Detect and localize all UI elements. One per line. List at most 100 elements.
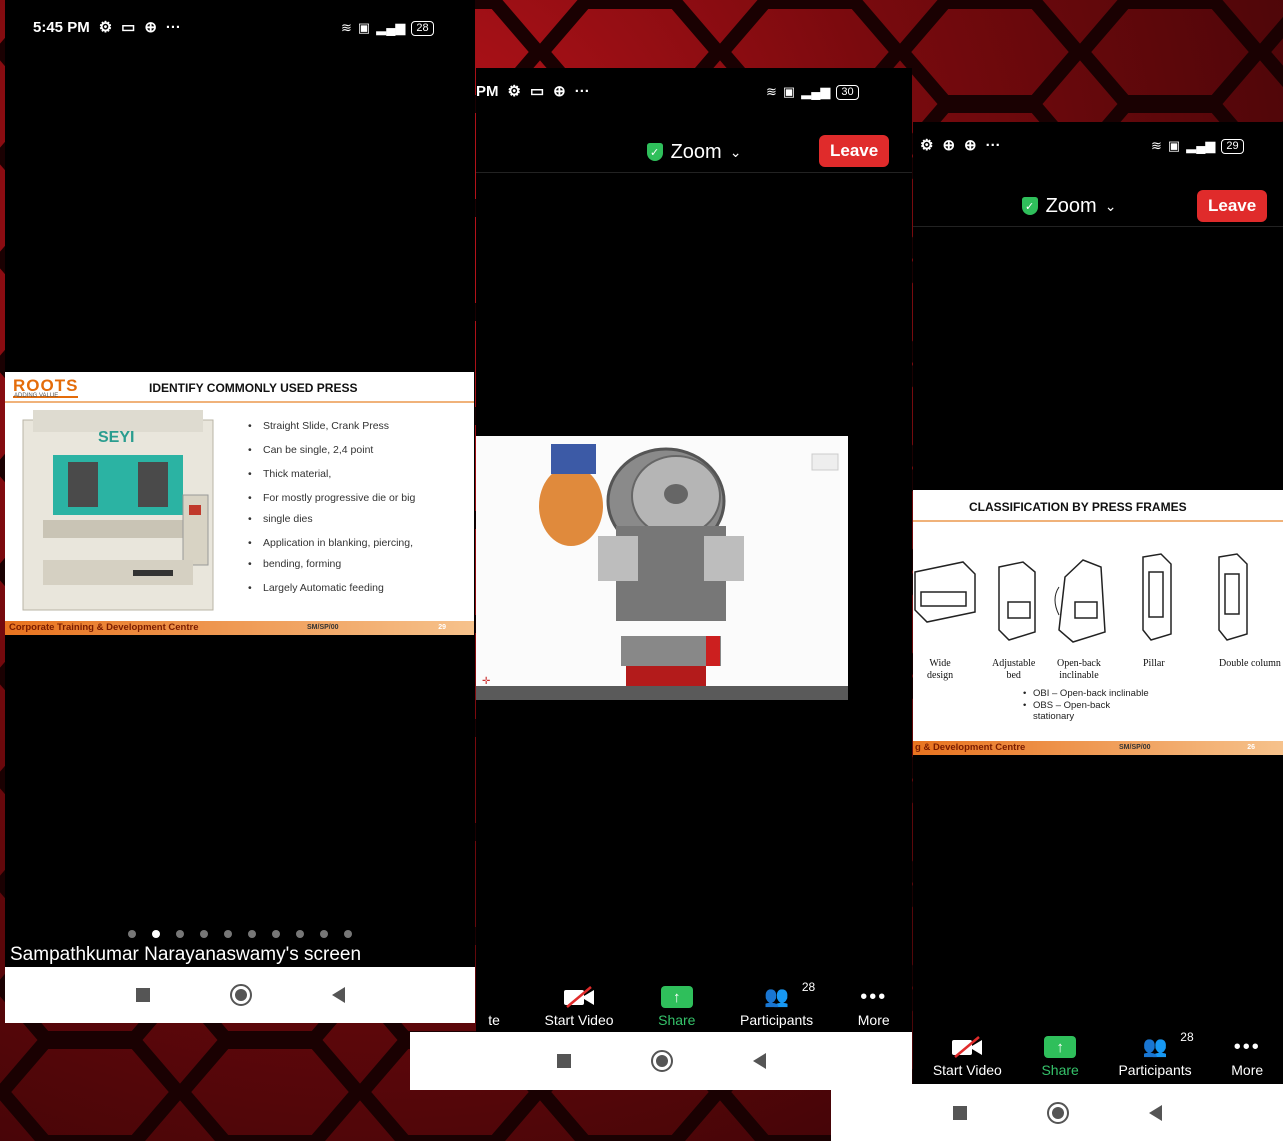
wifi-icon: ≋ [766, 84, 777, 99]
gear-icon: ⚙ [920, 137, 934, 154]
laptop-icon: ▭ [529, 83, 545, 100]
participant-count: 28 [801, 980, 816, 994]
slide-footer: Corporate Training & Development Centre … [5, 621, 474, 635]
recents-button[interactable] [556, 1054, 571, 1068]
recents-button[interactable] [135, 988, 150, 1002]
vpn-icon: ⊕ [144, 19, 157, 36]
slide-title: IDENTIFY COMMONLY USED PRESS [149, 381, 358, 395]
battery-icon: 30 [836, 84, 859, 100]
chevron-down-icon: ⌄ [729, 143, 742, 160]
footer-org: g & Development Centre [915, 742, 1026, 753]
page-dot[interactable] [296, 930, 304, 938]
start-video-button[interactable]: Start Video [545, 986, 614, 1028]
signal-area: ≋ ▣ ▂▄▆ 30 [766, 84, 859, 100]
participants-icon: 👥 [764, 986, 790, 1008]
home-button[interactable] [1046, 1101, 1069, 1124]
battery-icon: 28 [411, 20, 434, 36]
more-button[interactable]: ••• More [858, 986, 890, 1028]
meeting-toolbar: Start Video ↑ Share 👥 28 Participants ••… [913, 1030, 1283, 1078]
volte-icon: ▣ [1167, 138, 1181, 153]
toolbar-label: Participants [740, 1012, 814, 1028]
gear-icon: ⚙ [507, 83, 521, 100]
page-dot[interactable] [200, 930, 208, 938]
page-dot[interactable] [320, 930, 328, 938]
wifi-icon: ≋ [1151, 138, 1162, 153]
bullet-item: Application in blanking, piercing, [248, 533, 415, 554]
bullet-item: Largely Automatic feeding [248, 578, 415, 599]
start-video-button[interactable]: Start Video [933, 1036, 1002, 1078]
share-button[interactable]: ↑ Share [1041, 1036, 1079, 1078]
page-dot[interactable] [128, 930, 136, 938]
shared-cad-view: ✛ [476, 436, 848, 700]
signal-area: ≋ ▣ ▂▄▆ 29 [1151, 138, 1244, 154]
press-cad-model-image: ✛ [476, 436, 848, 700]
svg-text:✛: ✛ [482, 676, 490, 687]
meeting-title: Zoom [670, 140, 722, 163]
back-button[interactable] [752, 1053, 766, 1069]
page-dot-active[interactable] [152, 930, 160, 938]
status-bar: ⚙ ⊕ ⊕ ··· [920, 136, 1001, 155]
shared-slide: CLASSIFICATION BY PRESS FRAMES Wide desig… [913, 490, 1283, 755]
note-item: OBS – Open-back stationary [1023, 700, 1153, 723]
header-divider [476, 172, 912, 173]
more-button[interactable]: ••• More [1231, 1036, 1263, 1078]
note-item: OBI – Open-back inclinable [1023, 688, 1153, 700]
status-bar: PM ⚙ ▭ ⊕ ··· [476, 82, 590, 101]
toolbar-label: Share [1041, 1062, 1079, 1078]
volte-icon: ▣ [782, 84, 796, 99]
share-button[interactable]: ↑ Share [658, 986, 695, 1028]
frame-label: Open-back inclinable [1057, 658, 1101, 681]
home-button[interactable] [650, 1050, 673, 1072]
bullet-item: Can be single, 2,4 point [248, 440, 415, 461]
machine-brand: SEYI [98, 429, 134, 446]
toolbar-item-partial[interactable]: te [488, 986, 500, 1028]
phone-screen-2: PM ⚙ ▭ ⊕ ··· ≋ ▣ ▂▄▆ 30 ✓ Zoom ⌄ Leave ✛… [410, 68, 912, 1090]
meeting-title-button[interactable]: ✓ Zoom ⌄ [1021, 194, 1117, 218]
frame-notes: OBI – Open-back inclinable OBS – Open-ba… [1023, 688, 1153, 723]
phone-screen-3: ⚙ ⊕ ⊕ ··· ≋ ▣ ▂▄▆ 29 ✓ Zoom ⌄ Leave CLAS… [831, 122, 1283, 1141]
frame-label: Wide design [927, 658, 954, 681]
page-indicator[interactable] [128, 930, 352, 938]
title-divider [5, 401, 474, 403]
toolbar-label: More [1231, 1062, 1264, 1078]
back-button[interactable] [1148, 1104, 1162, 1121]
meeting-title: Zoom [1045, 194, 1097, 217]
page-dot[interactable] [344, 930, 352, 938]
bullet-item: For mostly progressive die or big [248, 488, 415, 509]
share-arrow-icon: ↑ [1044, 1036, 1077, 1058]
participant-count: 28 [1180, 1030, 1194, 1044]
chevron-down-icon: ⌄ [1104, 197, 1117, 214]
toolbar-label: Start Video [932, 1062, 1002, 1078]
screen-owner-label: Sampathkumar Narayanaswamy's screen [10, 944, 362, 965]
status-bar: 5:45 PM ⚙ ▭ ⊕ ··· [33, 18, 181, 37]
leave-button[interactable]: Leave [819, 135, 890, 167]
signal-area: ≋ ▣ ▂▄▆ 28 [341, 20, 434, 36]
page-dot[interactable] [248, 930, 256, 938]
toolbar-label: Participants [1118, 1062, 1192, 1078]
vpn-icon: ⊕ [942, 137, 956, 154]
more-notifications-icon: ··· [165, 18, 181, 36]
page-dot[interactable] [224, 930, 232, 938]
recents-button[interactable] [952, 1105, 967, 1120]
page-dot[interactable] [176, 930, 184, 938]
home-button[interactable] [229, 984, 252, 1006]
share-arrow-icon: ↑ [660, 986, 693, 1008]
footer-org: Corporate Training & Development Centre [9, 622, 199, 633]
meeting-title-button[interactable]: ✓ Zoom ⌄ [646, 140, 742, 164]
back-button[interactable] [331, 987, 345, 1003]
android-nav-bar [5, 967, 475, 1023]
slide-title: CLASSIFICATION BY PRESS FRAMES [969, 500, 1187, 514]
more-notifications-icon: ··· [985, 136, 1001, 154]
meeting-header: ✓ Zoom ⌄ [913, 192, 1223, 220]
leave-button[interactable]: Leave [1197, 190, 1268, 222]
slide-number: 29 [438, 624, 446, 631]
slide-footer: g & Development Centre SM/SP/00 26 [913, 741, 1283, 755]
page-dot[interactable] [272, 930, 280, 938]
battery-icon: 29 [1221, 138, 1244, 154]
toolbar-label: More [857, 1012, 890, 1028]
footer-code: SM/SP/00 [1119, 744, 1151, 751]
participants-button[interactable]: 👥 28 Participants [740, 980, 815, 1028]
meeting-toolbar: te Start Video ↑ Share 👥 28 Participants… [466, 980, 912, 1028]
participants-button[interactable]: 👥 28 Participants [1118, 1030, 1193, 1078]
toolbar-label: te [488, 1012, 500, 1028]
